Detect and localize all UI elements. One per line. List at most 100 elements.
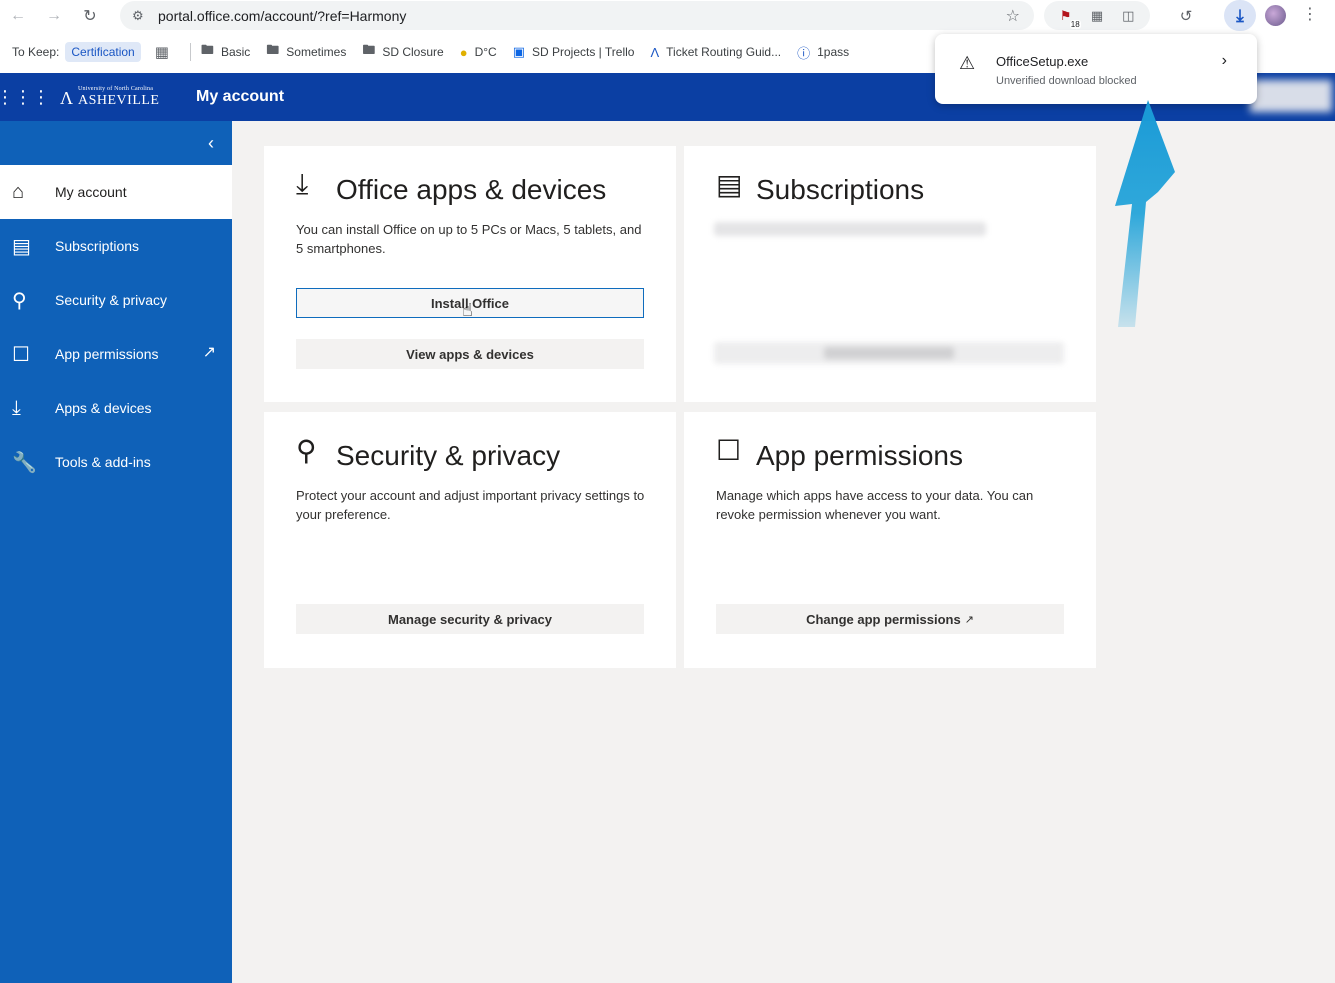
annotation-arrow-shape	[1115, 100, 1175, 327]
card-title: App permissions	[756, 440, 963, 471]
card-icon: ▤	[716, 169, 743, 200]
downloads-icon[interactable]: ⤓	[1224, 0, 1256, 31]
sidebar-item-apps-devices[interactable]: ⤓ Apps & devices	[0, 381, 232, 435]
bookmarks-label: To Keep:	[12, 45, 60, 59]
card-description: You can install Office on up to 5 PCs or…	[296, 222, 642, 256]
page-title[interactable]: My account	[196, 88, 284, 106]
bookmark-basic[interactable]: 🖿 Basic	[201, 41, 250, 63]
download-icon: ⤓	[296, 168, 309, 199]
annotation-arrow-icon	[1115, 100, 1175, 327]
external-link-icon: ↗	[964, 613, 974, 626]
bookmark-dc[interactable]: ● D°C	[460, 45, 497, 60]
button-label: Change app permissions	[806, 611, 961, 627]
bookmark-ticket-routing[interactable]: Λ Ticket Routing Guid...	[650, 45, 781, 60]
address-bar[interactable]: ⚙ portal.office.com/account/?ref=Harmony…	[120, 1, 1034, 30]
puzzle-extensions-icon[interactable]: ◫	[1117, 5, 1139, 27]
org-logo[interactable]: Λ University of North Carolina ASHEVILLE	[60, 85, 164, 109]
lock-icon: ☐	[716, 435, 742, 466]
home-icon: ⌂	[12, 180, 25, 203]
sidebar: ‹ ⌂ My account ▤ Subscriptions ⚲ Securit…	[0, 121, 232, 983]
folder-icon: 🖿	[362, 42, 376, 57]
bookmark-1pass[interactable]: ⓘ 1pass	[797, 43, 849, 62]
folder-icon: 🖿	[266, 42, 280, 57]
sidebar-item-label: Apps & devices	[55, 400, 152, 416]
card-description: Protect your account and adjust importan…	[296, 488, 645, 522]
app-launcher-icon[interactable]: ⋮⋮⋮	[0, 73, 50, 121]
hand-cursor-icon: ☝	[462, 300, 473, 320]
view-apps-devices-button[interactable]: View apps & devices	[296, 339, 644, 369]
circle-logo-icon: ●	[459, 44, 468, 60]
bookmark-certification[interactable]: Certification	[65, 42, 141, 62]
bookmark-star-icon[interactable]: ☆	[1006, 6, 1020, 26]
warning-icon: ⚠	[959, 53, 976, 73]
routing-icon: Λ	[650, 44, 660, 60]
site-settings-icon[interactable]: ⚙	[132, 8, 158, 24]
app-permissions-card: ☐ App permissions Manage which apps have…	[684, 412, 1096, 668]
apps-grid-icon: ▦	[154, 44, 169, 61]
sidebar-item-label: My account	[55, 184, 127, 200]
redacted-button-label	[824, 347, 954, 359]
security-privacy-card: ⚲ Security & privacy Protect your accoun…	[264, 412, 676, 668]
bookmark-trello[interactable]: ▣ SD Projects | Trello	[513, 44, 635, 60]
office-apps-card: ⤓ Office apps & devices You can install …	[264, 146, 676, 402]
bookmark-label: Sometimes	[286, 45, 347, 59]
bookmark-label: 1pass	[817, 45, 850, 59]
card-icon: ▤	[12, 235, 31, 258]
back-icon[interactable]: ←	[0, 0, 36, 31]
bookmark-label: SD Closure	[382, 45, 444, 59]
sidebar-item-label: Subscriptions	[55, 238, 140, 254]
bookmark-sd-closure[interactable]: 🖿 SD Closure	[362, 41, 443, 63]
browser-toolbar: ← → ↻ ⚙ portal.office.com/account/?ref=H…	[0, 0, 1335, 31]
history-icon[interactable]: ↺	[1174, 4, 1198, 28]
logo-mark-icon: Λ	[60, 88, 74, 108]
bookmark-label: D°C	[474, 45, 497, 59]
sidebar-item-app-permissions[interactable]: ☐ App permissions ↗	[0, 327, 232, 381]
wrench-icon: 🔧	[12, 451, 37, 474]
sidebar-item-security-privacy[interactable]: ⚲ Security & privacy	[0, 273, 232, 327]
manage-security-button[interactable]: Manage security & privacy	[296, 604, 644, 634]
lock-icon: ☐	[12, 343, 30, 366]
change-app-permissions-button[interactable]: Change app permissions ↗	[716, 604, 1064, 634]
flag-extension-icon[interactable]: ⚑ 18	[1055, 5, 1081, 29]
chevron-right-icon[interactable]: ›	[1222, 52, 1227, 70]
extension-badge: 18	[1069, 19, 1081, 29]
qr-code-icon[interactable]: ▦	[1086, 5, 1108, 27]
extensions-group: ⚑ 18 ▦ ◫	[1044, 1, 1150, 30]
key-icon: ⚲	[12, 289, 27, 312]
bookmark-apps[interactable]: ▦	[155, 43, 176, 61]
forward-icon[interactable]: →	[36, 0, 72, 31]
bookmark-label: Basic	[220, 45, 251, 59]
redacted-profile	[1250, 80, 1332, 112]
bookmark-sometimes[interactable]: 🖿 Sometimes	[266, 41, 346, 63]
url-text[interactable]: portal.office.com/account/?ref=Harmony	[158, 8, 406, 24]
key-icon: ⚲	[296, 435, 317, 466]
card-description: Manage which apps have access to your da…	[716, 488, 1034, 522]
sidebar-item-label: Security & privacy	[55, 292, 168, 308]
logo-big-text: ASHEVILLE	[78, 93, 160, 108]
sidebar-item-label: Tools & add-ins	[55, 454, 151, 470]
subscriptions-card: ▤ Subscriptions	[684, 146, 1096, 402]
bookmarks-separator	[189, 43, 191, 61]
sidebar-item-subscriptions[interactable]: ▤ Subscriptions	[0, 219, 232, 273]
reload-icon[interactable]: ↻	[72, 0, 108, 31]
collapse-sidebar-icon[interactable]: ‹	[0, 121, 232, 165]
onepassword-icon: ⓘ	[797, 45, 811, 61]
card-title: Security & privacy	[336, 440, 561, 471]
download-status: Unverified download blocked	[996, 75, 1137, 87]
bookmark-label: SD Projects | Trello	[532, 45, 635, 59]
external-link-icon: ↗	[202, 344, 216, 361]
folder-icon: 🖿	[200, 42, 214, 57]
redacted-text	[714, 222, 986, 236]
trello-icon: ▣	[512, 44, 525, 59]
sidebar-item-label: App permissions	[55, 346, 159, 362]
sidebar-item-my-account[interactable]: ⌂ My account	[0, 165, 232, 219]
card-title: Subscriptions	[756, 174, 925, 205]
sidebar-item-tools-addins[interactable]: 🔧 Tools & add-ins	[0, 435, 232, 489]
download-icon: ⤓	[12, 396, 21, 419]
logo-small-text: University of North Carolina	[78, 86, 154, 92]
download-filename[interactable]: OfficeSetup.exe	[996, 54, 1088, 69]
card-title: Office apps & devices	[336, 174, 607, 205]
browser-menu-icon[interactable]: ⋮	[1302, 4, 1318, 24]
profile-avatar[interactable]	[1265, 5, 1286, 26]
bookmark-label: Ticket Routing Guid...	[666, 45, 782, 59]
